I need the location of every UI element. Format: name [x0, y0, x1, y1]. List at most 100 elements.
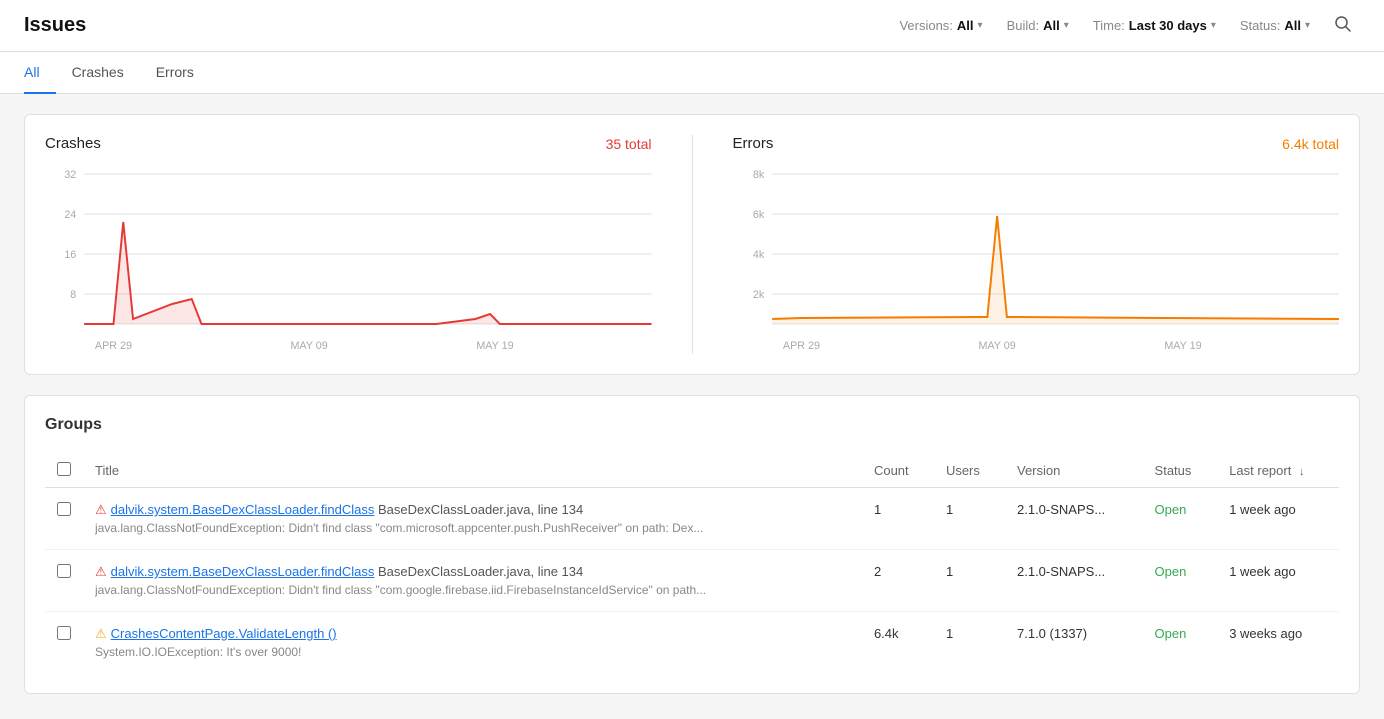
status-badge: Open	[1155, 502, 1187, 517]
time-chevron-icon: ▾	[1211, 20, 1216, 31]
header: Issues Versions: All ▾ Build: All ▾ Time…	[0, 0, 1384, 52]
header-controls: Versions: All ▾ Build: All ▾ Time: Last …	[891, 11, 1360, 40]
row-title-cell: ⚠ CrashesContentPage.ValidateLength () Sys…	[83, 612, 862, 674]
row-version: 2.1.0-SNAPS...	[1005, 550, 1143, 612]
select-all-header[interactable]	[45, 454, 83, 488]
errors-chart-svg: 8k 6k 4k 2k APR 29 MAY 09 MAY 19	[733, 164, 1340, 354]
errors-chart-header: Errors 6.4k total	[733, 135, 1340, 152]
row-checkbox-cell	[45, 550, 83, 612]
tabs-bar: All Crashes Errors	[0, 52, 1384, 94]
svg-text:MAY 19: MAY 19	[1164, 340, 1201, 352]
crashes-chart-panel: Crashes 35 total 32 24 16 8 APR	[45, 135, 652, 354]
svg-text:16: 16	[64, 249, 76, 261]
status-label: Status:	[1240, 18, 1280, 33]
issue-title-suffix: BaseDexClassLoader.java, line 134	[374, 564, 583, 579]
svg-text:APR 29: APR 29	[95, 340, 132, 352]
svg-text:4k: 4k	[752, 249, 764, 261]
svg-text:MAY 09: MAY 09	[290, 340, 327, 352]
table-row: ⚠ dalvik.system.BaseDexClassLoader.findCl…	[45, 550, 1339, 612]
status-badge: Open	[1155, 564, 1187, 579]
select-all-checkbox[interactable]	[57, 462, 71, 476]
groups-title: Groups	[45, 416, 1339, 434]
errors-chart-area: 8k 6k 4k 2k APR 29 MAY 09 MAY 19	[733, 164, 1340, 354]
crashes-chart-total: 35 total	[606, 136, 652, 152]
build-label: Build:	[1007, 18, 1040, 33]
time-value: Last 30 days	[1129, 18, 1207, 33]
status-chevron-icon: ▾	[1305, 20, 1310, 31]
tab-errors[interactable]: Errors	[140, 52, 210, 94]
svg-text:8k: 8k	[752, 169, 764, 181]
row-count: 6.4k	[862, 612, 934, 674]
page-title: Issues	[24, 14, 86, 37]
row-checkbox-cell	[45, 612, 83, 674]
status-column-header: Status	[1143, 454, 1218, 488]
row-users: 1	[934, 488, 1005, 550]
status-filter[interactable]: Status: All ▾	[1232, 14, 1318, 37]
errors-chart-total: 6.4k total	[1282, 136, 1339, 152]
svg-text:8: 8	[70, 289, 76, 301]
issue-title-link[interactable]: dalvik.system.BaseDexClassLoader.findCla…	[111, 502, 375, 517]
users-column-header: Users	[934, 454, 1005, 488]
time-label: Time:	[1093, 18, 1125, 33]
time-filter[interactable]: Time: Last 30 days ▾	[1085, 14, 1224, 37]
versions-label: Versions:	[899, 18, 952, 33]
charts-container: Crashes 35 total 32 24 16 8 APR	[24, 114, 1360, 375]
tab-crashes[interactable]: Crashes	[56, 52, 140, 94]
crashes-chart-title: Crashes	[45, 135, 101, 152]
chart-divider	[692, 135, 693, 354]
issue-title-suffix: BaseDexClassLoader.java, line 134	[374, 502, 583, 517]
search-button[interactable]	[1326, 11, 1360, 40]
status-badge: Open	[1155, 626, 1187, 641]
tab-all[interactable]: All	[24, 52, 56, 94]
warning-icon: ⚠	[95, 626, 107, 641]
version-column-header: Version	[1005, 454, 1143, 488]
crash-icon: ⚠	[95, 564, 107, 579]
row-count: 2	[862, 550, 934, 612]
svg-text:32: 32	[64, 169, 76, 181]
crash-icon: ⚠	[95, 502, 107, 517]
row-checkbox-cell	[45, 488, 83, 550]
row-version: 2.1.0-SNAPS...	[1005, 488, 1143, 550]
row-status: Open	[1143, 550, 1218, 612]
row-count: 1	[862, 488, 934, 550]
groups-section: Groups Title Count Users	[24, 395, 1360, 694]
versions-value: All	[957, 18, 974, 33]
row-status: Open	[1143, 612, 1218, 674]
crashes-chart-area: 32 24 16 8 APR 29 MAY 09 MAY 19	[45, 164, 652, 354]
status-value: All	[1284, 18, 1301, 33]
row-last-report: 3 weeks ago	[1217, 612, 1339, 674]
svg-text:24: 24	[64, 209, 76, 221]
issue-subtitle: java.lang.ClassNotFoundException: Didn't…	[95, 521, 775, 535]
versions-chevron-icon: ▾	[978, 20, 983, 31]
svg-text:6k: 6k	[752, 209, 764, 221]
svg-text:MAY 09: MAY 09	[978, 340, 1015, 352]
issue-subtitle: java.lang.ClassNotFoundException: Didn't…	[95, 583, 775, 597]
row-users: 1	[934, 550, 1005, 612]
table-row: ⚠ dalvik.system.BaseDexClassLoader.findCl…	[45, 488, 1339, 550]
errors-chart-panel: Errors 6.4k total 8k 6k 4k 2k A	[733, 135, 1340, 354]
issue-title-link[interactable]: CrashesContentPage.ValidateLength ()	[111, 626, 337, 641]
sort-icon: ↓	[1299, 466, 1305, 478]
row-checkbox[interactable]	[57, 564, 71, 578]
issues-table: Title Count Users Version Status	[45, 454, 1339, 673]
build-value: All	[1043, 18, 1060, 33]
versions-filter[interactable]: Versions: All ▾	[891, 14, 990, 37]
svg-text:MAY 19: MAY 19	[476, 340, 513, 352]
issue-title-link[interactable]: dalvik.system.BaseDexClassLoader.findCla…	[111, 564, 375, 579]
row-last-report: 1 week ago	[1217, 550, 1339, 612]
crashes-chart-svg: 32 24 16 8 APR 29 MAY 09 MAY 19	[45, 164, 652, 354]
row-checkbox[interactable]	[57, 502, 71, 516]
crashes-chart-header: Crashes 35 total	[45, 135, 652, 152]
build-chevron-icon: ▾	[1064, 20, 1069, 31]
main-content: Crashes 35 total 32 24 16 8 APR	[0, 94, 1384, 714]
last-report-column-header[interactable]: Last report ↓	[1217, 454, 1339, 488]
title-column-header: Title	[83, 454, 862, 488]
row-status: Open	[1143, 488, 1218, 550]
svg-text:2k: 2k	[752, 289, 764, 301]
svg-text:APR 29: APR 29	[782, 340, 819, 352]
build-filter[interactable]: Build: All ▾	[999, 14, 1077, 37]
row-last-report: 1 week ago	[1217, 488, 1339, 550]
row-title-cell: ⚠ dalvik.system.BaseDexClassLoader.findCl…	[83, 488, 862, 550]
row-checkbox[interactable]	[57, 626, 71, 640]
issue-subtitle: System.IO.IOException: It's over 9000!	[95, 645, 775, 659]
